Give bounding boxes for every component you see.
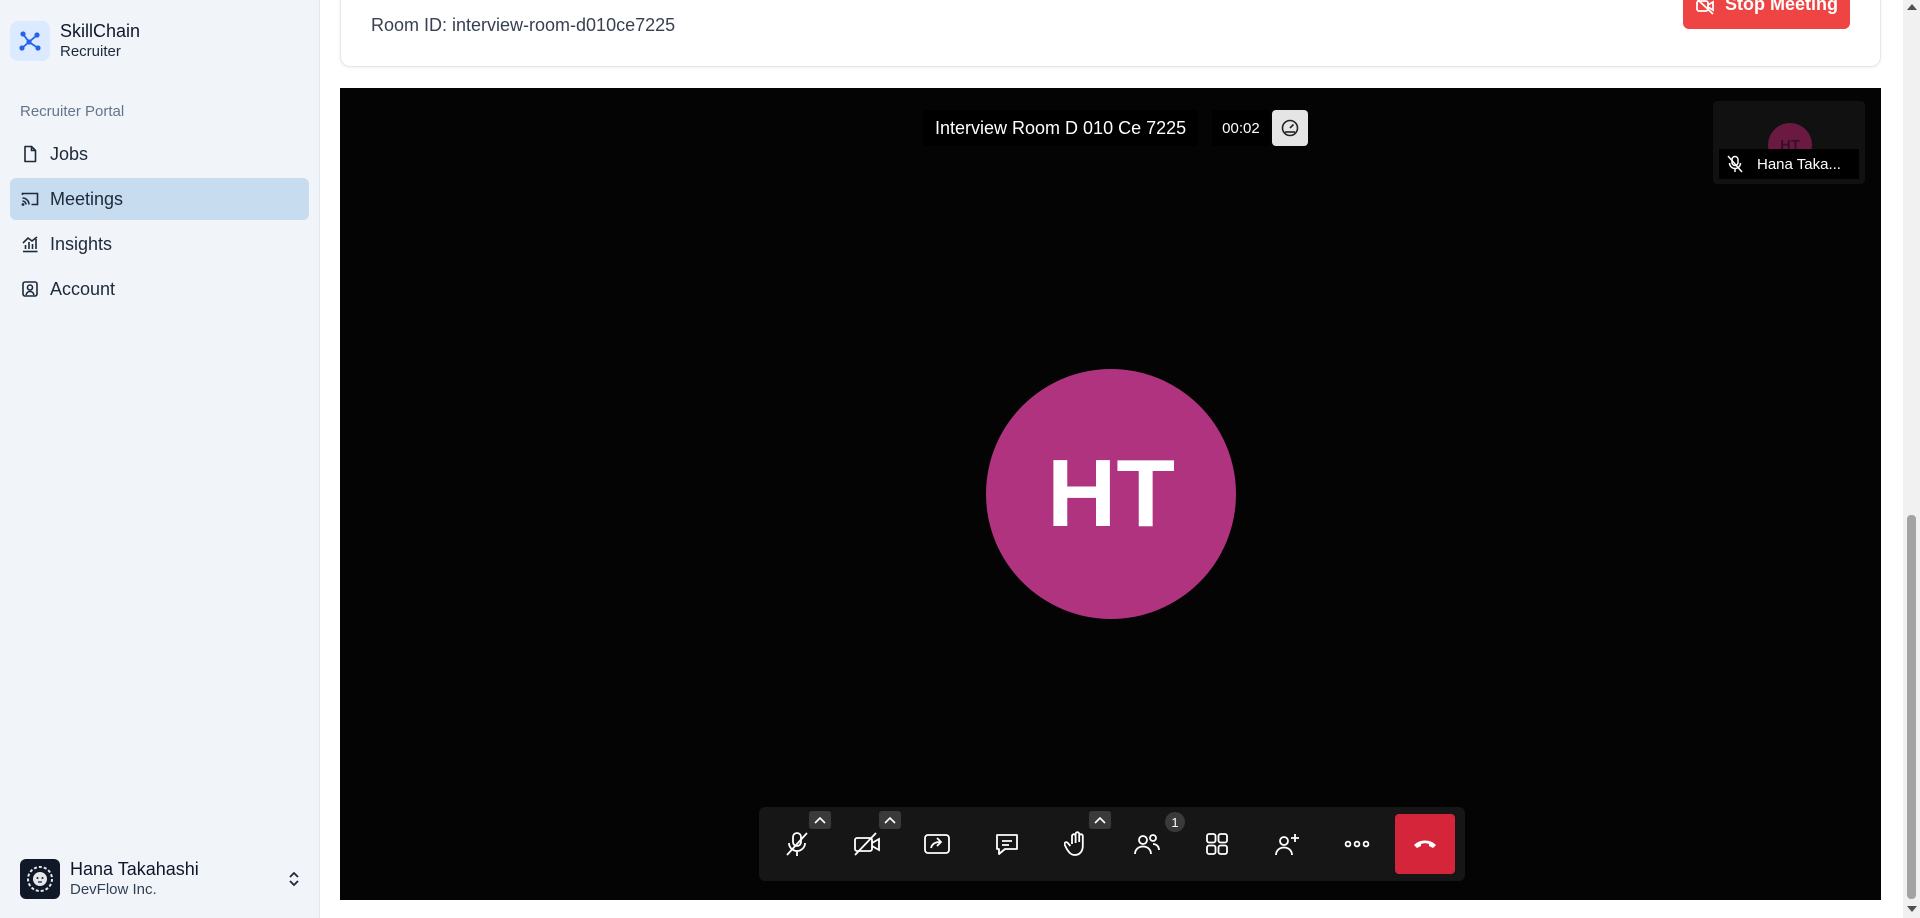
connection-quality-button[interactable] xyxy=(1271,110,1308,146)
meeting-info-card: Room ID: interview-room-d010ce7225 Stop … xyxy=(340,0,1881,67)
brand-subtitle: Recruiter xyxy=(60,43,121,60)
sidebar-item-jobs[interactable]: Jobs xyxy=(10,133,309,175)
tile-view-button[interactable] xyxy=(1189,817,1245,871)
file-icon xyxy=(24,145,37,163)
microphone-options-caret[interactable] xyxy=(809,811,831,829)
chat-icon xyxy=(996,834,1018,855)
scrollbar-thumb[interactable] xyxy=(1907,515,1916,899)
video-off-icon xyxy=(1696,0,1714,15)
chevron-up-icon xyxy=(884,816,896,824)
sidebar-item-label: Meetings xyxy=(50,188,124,209)
sidebar-item-meetings[interactable]: Meetings xyxy=(10,178,309,220)
room-title: Interview Room D 010 Ce 7225 xyxy=(923,110,1199,146)
participant-thumbnail[interactable]: HT Hana Taka... xyxy=(1713,101,1865,184)
camera-off-icon xyxy=(854,832,880,856)
grid-icon xyxy=(1206,833,1228,855)
invite-button[interactable] xyxy=(1259,817,1315,871)
gauge-icon xyxy=(1281,119,1298,137)
sidebar-nav: Jobs Meetings Insights Account xyxy=(10,133,309,313)
reactions-options-caret[interactable] xyxy=(1089,811,1111,829)
sidebar: SkillChain Recruiter Recruiter Portal Jo… xyxy=(0,0,320,918)
microphone-muted-icon xyxy=(1727,155,1743,173)
sidebar-item-account[interactable]: Account xyxy=(10,268,309,310)
stop-meeting-label: Stop Meeting xyxy=(1725,0,1838,14)
avatar xyxy=(20,859,60,899)
nav-group-label: Recruiter Portal xyxy=(20,103,125,120)
chart-icon xyxy=(22,236,38,253)
sidebar-item-label: Account xyxy=(50,278,116,299)
user-square-icon xyxy=(22,281,38,297)
room-id: Room ID: interview-room-d010ce7225 xyxy=(371,15,676,35)
meeting-timer: 00:02 xyxy=(1212,110,1270,146)
share-screen-icon xyxy=(924,834,950,854)
user-org: DevFlow Inc. xyxy=(70,881,157,898)
page-scrollbar[interactable] xyxy=(1903,0,1920,918)
thumbnail-name-bar: Hana Taka... xyxy=(1719,149,1859,179)
more-horizontal-icon xyxy=(1344,840,1370,848)
hang-up-button[interactable] xyxy=(1395,814,1455,874)
cast-icon xyxy=(21,192,39,206)
meeting-toolbar: 1 xyxy=(759,807,1465,881)
phone-hangup-icon xyxy=(1414,840,1436,848)
chevrons-up-down-icon xyxy=(289,871,299,887)
sidebar-item-label: Insights xyxy=(50,233,113,254)
sidebar-item-insights[interactable]: Insights xyxy=(10,223,309,265)
chat-button[interactable] xyxy=(979,817,1035,871)
brand-name: SkillChain xyxy=(60,21,141,41)
stop-meeting-button[interactable]: Stop Meeting xyxy=(1683,0,1850,29)
chevron-up-icon xyxy=(1094,816,1106,824)
video-header: Interview Room D 010 Ce 7225 00:02 xyxy=(923,110,1308,146)
brand-logo-icon xyxy=(10,21,50,61)
sidebar-item-label: Jobs xyxy=(50,143,89,164)
scroll-down-arrow-icon[interactable] xyxy=(1907,906,1917,912)
microphone-muted-icon xyxy=(786,832,808,856)
participant-count-badge: 1 xyxy=(1165,812,1185,832)
video-conference[interactable]: Interview Room D 010 Ce 7225 00:02 HT Ha… xyxy=(340,88,1881,900)
scroll-up-arrow-icon[interactable] xyxy=(1907,4,1917,10)
chevron-up-icon xyxy=(814,816,826,824)
brand[interactable]: SkillChain Recruiter xyxy=(10,20,140,62)
lion-logo-icon xyxy=(27,866,53,892)
camera-options-caret[interactable] xyxy=(879,811,901,829)
participants-icon xyxy=(1134,834,1160,855)
participant-avatar: HT xyxy=(986,369,1236,619)
add-person-icon xyxy=(1275,834,1299,856)
more-options-button[interactable] xyxy=(1329,817,1385,871)
share-screen-button[interactable] xyxy=(909,817,965,871)
user-name: Hana Takahashi xyxy=(70,859,199,879)
hand-icon xyxy=(1064,831,1084,856)
user-menu[interactable]: Hana Takahashi DevFlow Inc. xyxy=(20,857,302,901)
thumbnail-name: Hana Taka... xyxy=(1757,155,1841,173)
